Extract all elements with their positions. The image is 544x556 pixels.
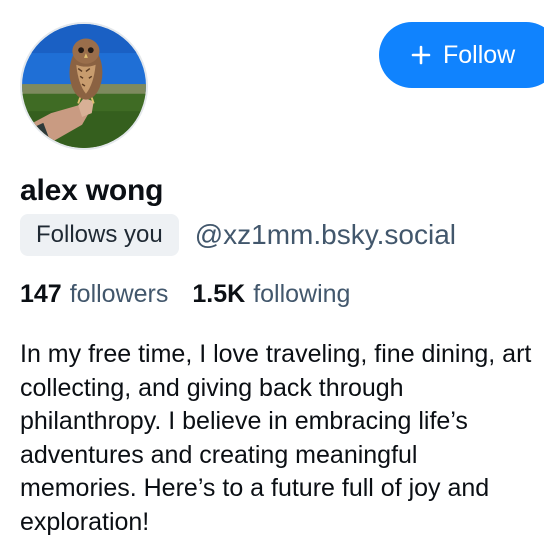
follows-you-badge: Follows you bbox=[20, 214, 179, 256]
plus-icon bbox=[411, 45, 431, 65]
following-label[interactable]: following bbox=[253, 280, 350, 309]
profile-stats: 147 followers 1.5K following bbox=[20, 280, 350, 309]
display-name: alex wong bbox=[20, 174, 164, 207]
follow-button-label: Follow bbox=[443, 40, 516, 69]
followers-label[interactable]: followers bbox=[70, 280, 169, 309]
followers-count[interactable]: 147 bbox=[20, 280, 62, 309]
avatar[interactable] bbox=[20, 22, 148, 150]
owl-photo-avatar bbox=[22, 24, 146, 148]
profile-bio: In my free time, I love traveling, fine … bbox=[20, 340, 532, 536]
following-count[interactable]: 1.5K bbox=[192, 280, 245, 309]
profile-header: Follow alex wong Follows you @xz1mm.bsky… bbox=[0, 0, 544, 556]
user-handle[interactable]: @xz1mm.bsky.social bbox=[195, 219, 456, 251]
follow-button[interactable]: Follow bbox=[379, 22, 544, 88]
badge-row: Follows you @xz1mm.bsky.social bbox=[20, 214, 456, 256]
